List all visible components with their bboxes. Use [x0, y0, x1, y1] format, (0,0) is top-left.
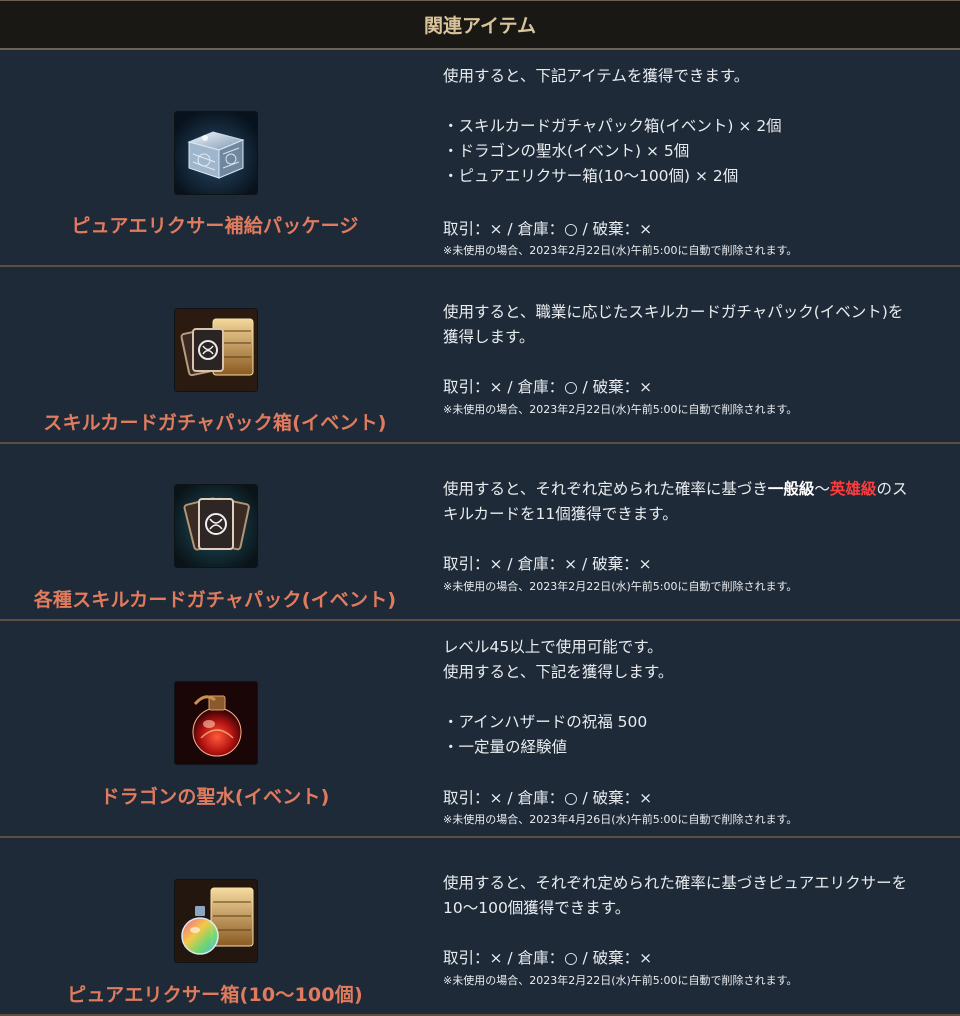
description-line: 使用すると、職業に応じたスキルカードガチャパック(イベント)を: [443, 303, 904, 321]
description-line: 使用すると、それぞれ定められた確率に基づきピュアエリクサーを: [443, 874, 908, 892]
description-line: 使用すると、それぞれ定められた確率に基づき一般級～英雄級のス: [443, 477, 955, 502]
item-name: スキルカードガチャパック箱(イベント): [43, 412, 387, 434]
grade-hero-text: 英雄級: [829, 480, 877, 498]
description-line: ・アインハザードの祝福 500: [443, 713, 648, 731]
card-chest-icon: [175, 309, 257, 391]
item-icon-column: ドラゴンの聖水(イベント): [0, 621, 430, 836]
description-line: 使用すると、下記を獲得します。: [443, 663, 674, 681]
description-line: [443, 89, 955, 114]
red-potion-icon: [175, 682, 257, 764]
item-description: 使用すると、それぞれ定められた確率に基づきピュアエリクサーを 10～100個獲得…: [443, 871, 955, 921]
item-description: 使用すると、それぞれ定められた確率に基づき一般級～英雄級のス キルカードを11個…: [443, 477, 955, 527]
description-line: 使用すると、下記アイテムを獲得できます。: [443, 67, 750, 85]
item-row: 各種スキルカードガチャパック(イベント) 使用すると、それぞれ定められた確率に基…: [0, 444, 960, 621]
item-row: ピュアエリクサー箱(10～100個) 使用すると、それぞれ定められた確率に基づき…: [0, 838, 960, 1016]
item-detail-column: 使用すると、下記アイテムを獲得できます。 ・スキルカードガチャパック箱(イベント…: [430, 50, 960, 265]
item-detail-column: 使用すると、職業に応じたスキルカードガチャパック(イベント)を 獲得します。 取…: [430, 267, 960, 442]
description-line: ・一定量の経験値: [443, 738, 568, 756]
description-text: 使用すると、それぞれ定められた確率に基づき: [443, 480, 768, 498]
description-line: 獲得します。: [443, 328, 535, 346]
expiry-note: ※未使用の場合、2023年2月22日(水)午前5:00に自動で削除されます。: [443, 244, 798, 257]
expiry-note: ※未使用の場合、2023年4月26日(水)午前5:00に自動で削除されます。: [443, 813, 798, 826]
description-line: ・ドラゴンの聖水(イベント) × 5個: [443, 142, 690, 160]
item-description: 使用すると、職業に応じたスキルカードガチャパック(イベント)を 獲得します。: [443, 300, 955, 350]
description-text: のス: [876, 480, 908, 498]
item-name: 各種スキルカードガチャパック(イベント): [33, 589, 397, 611]
item-row: スキルカードガチャパック箱(イベント) 使用すると、職業に応じたスキルカードガチ…: [0, 267, 960, 444]
item-icon-column: スキルカードガチャパック箱(イベント): [0, 267, 430, 442]
item-detail-column: レベル45以上で使用可能です。 使用すると、下記を獲得します。 ・アインハザード…: [430, 621, 960, 836]
item-name: ピュアエリクサー補給パッケージ: [71, 215, 359, 237]
item-icon-column: 各種スキルカードガチャパック(イベント): [0, 444, 430, 619]
item-icon-column: ピュアエリクサー箱(10～100個): [0, 838, 430, 1014]
trade-info: 取引：× / 倉庫：○ / 破棄：×: [443, 220, 653, 238]
description-line: レベル45以上で使用可能です。: [443, 638, 663, 656]
grade-common-text: 一般級: [767, 480, 815, 498]
trade-info: 取引：× / 倉庫：○ / 破棄：×: [443, 378, 653, 396]
skill-cards-icon: [175, 485, 257, 567]
expiry-note: ※未使用の場合、2023年2月22日(水)午前5:00に自動で削除されます。: [443, 580, 798, 593]
trade-info: 取引：× / 倉庫：○ / 破棄：×: [443, 949, 653, 967]
description-line: 10～100個獲得できます。: [443, 899, 631, 917]
item-row: ドラゴンの聖水(イベント) レベル45以上で使用可能です。 使用すると、下記を獲…: [0, 621, 960, 838]
description-line: キルカードを11個獲得できます。: [443, 505, 678, 523]
description-line: ・ピュアエリクサー箱(10～100個) × 2個: [443, 167, 739, 185]
expiry-note: ※未使用の場合、2023年2月22日(水)午前5:00に自動で削除されます。: [443, 403, 798, 416]
item-detail-column: 使用すると、それぞれ定められた確率に基づきピュアエリクサーを 10～100個獲得…: [430, 838, 960, 1014]
section-header: 関連アイテム: [0, 0, 960, 50]
description-line: ・スキルカードガチャパック箱(イベント) × 2個: [443, 117, 782, 135]
item-description: 使用すると、下記アイテムを獲得できます。 ・スキルカードガチャパック箱(イベント…: [443, 64, 955, 189]
item-icon-column: ピュアエリクサー補給パッケージ: [0, 50, 430, 265]
description-line: [443, 685, 955, 710]
item-row: ピュアエリクサー補給パッケージ 使用すると、下記アイテムを獲得できます。 ・スキ…: [0, 50, 960, 267]
trade-info: 取引：× / 倉庫：× / 破棄：×: [443, 555, 652, 573]
section-title: 関連アイテム: [423, 15, 537, 37]
trade-info: 取引：× / 倉庫：○ / 破棄：×: [443, 789, 653, 807]
item-name: ピュアエリクサー箱(10～100個): [67, 984, 363, 1006]
description-text: ～: [814, 480, 830, 498]
item-detail-column: 使用すると、それぞれ定められた確率に基づき一般級～英雄級のス キルカードを11個…: [430, 444, 960, 619]
silver-chest-icon: [175, 112, 257, 194]
item-name: ドラゴンの聖水(イベント): [100, 786, 330, 808]
elixir-chest-icon: [175, 880, 257, 962]
expiry-note: ※未使用の場合、2023年2月22日(水)午前5:00に自動で削除されます。: [443, 974, 798, 987]
item-description: レベル45以上で使用可能です。 使用すると、下記を獲得します。 ・アインハザード…: [443, 635, 955, 760]
